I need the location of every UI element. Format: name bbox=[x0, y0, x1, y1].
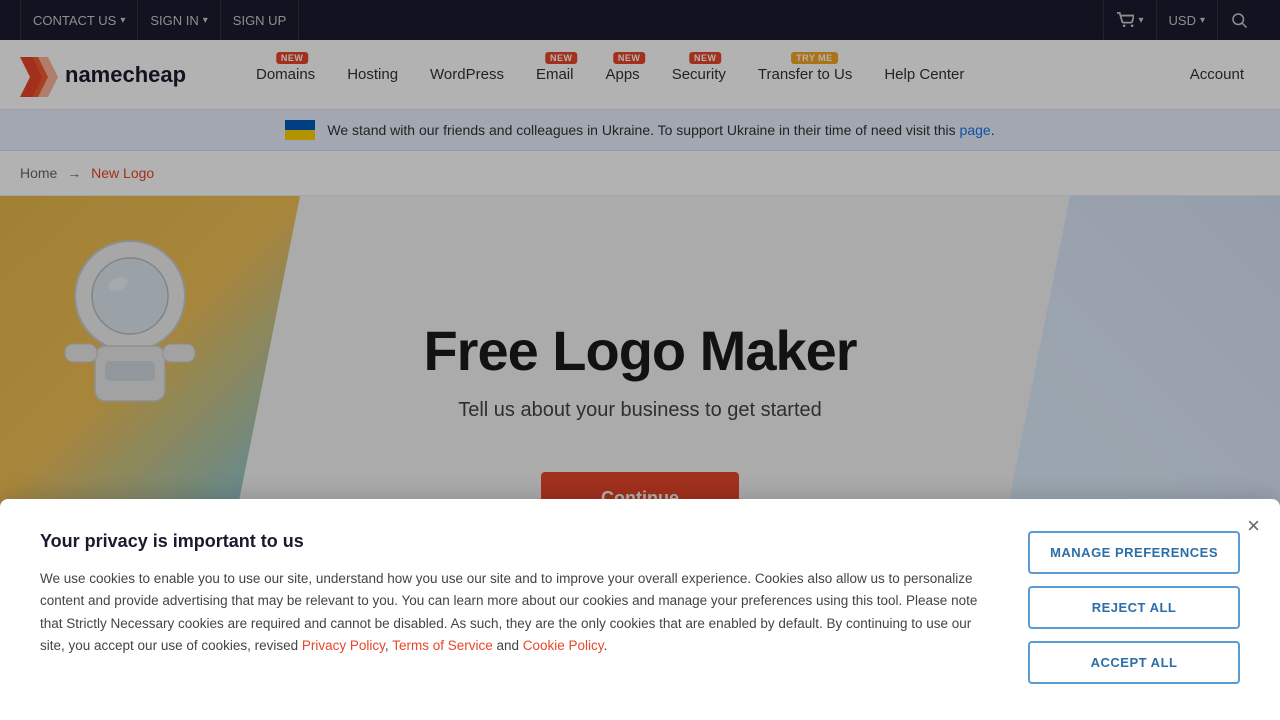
cookie-policy-link[interactable]: Cookie Policy bbox=[523, 638, 604, 653]
cookie-text: We use cookies to enable you to use our … bbox=[40, 568, 988, 657]
cookie-modal-overlay: × Your privacy is important to us We use… bbox=[0, 0, 1280, 720]
reject-all-button[interactable]: REJECT ALL bbox=[1028, 586, 1240, 629]
cookie-close-button[interactable]: × bbox=[1247, 515, 1260, 537]
cookie-modal: × Your privacy is important to us We use… bbox=[0, 499, 1280, 720]
cookie-modal-buttons: MANAGE PREFERENCES REJECT ALL ACCEPT ALL bbox=[1028, 531, 1240, 684]
manage-preferences-button[interactable]: MANAGE PREFERENCES bbox=[1028, 531, 1240, 574]
cookie-modal-left: Your privacy is important to us We use c… bbox=[40, 531, 988, 684]
terms-link[interactable]: Terms of Service bbox=[392, 638, 493, 653]
accept-all-button[interactable]: ACCEPT ALL bbox=[1028, 641, 1240, 684]
cookie-title: Your privacy is important to us bbox=[40, 531, 988, 552]
privacy-policy-link[interactable]: Privacy Policy bbox=[302, 638, 385, 653]
